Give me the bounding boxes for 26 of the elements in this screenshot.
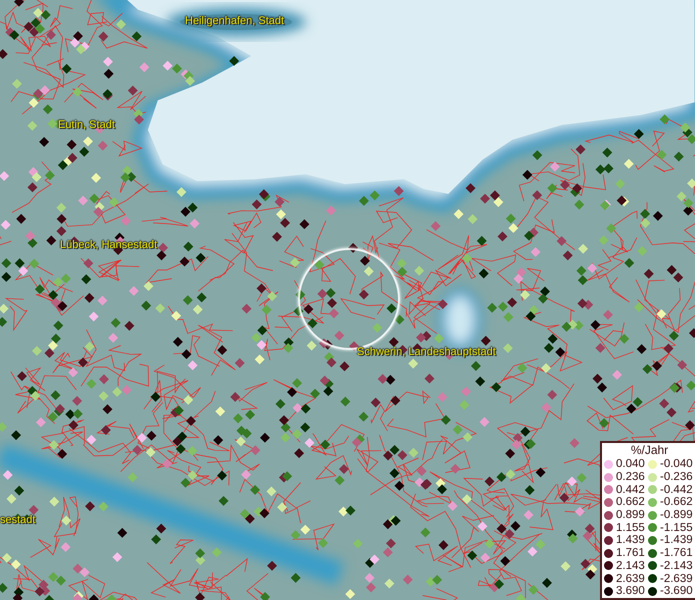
legend-label: 1.761: [616, 547, 645, 560]
legend-label: 0.662: [616, 496, 645, 508]
legend-label: -0.236: [660, 471, 693, 484]
legend-label: -1.439: [660, 534, 693, 546]
legend-label: -1.155: [660, 522, 693, 534]
legend-label: 3.690: [616, 585, 645, 598]
legend-label: -0.662: [660, 496, 693, 508]
legend-label: 0.040: [616, 458, 645, 470]
legend-title: %/Jahr: [630, 443, 670, 458]
legend-label: 0.236: [616, 471, 645, 484]
legend-label: -1.761: [660, 547, 693, 560]
legend-label: -0.899: [660, 509, 693, 522]
legend-label: -0.040: [660, 458, 693, 470]
legend-label: -2.639: [660, 572, 693, 585]
map-drawing[interactable]: [0, 0, 695, 600]
place-label: Lübeck, Hansestadt: [60, 239, 158, 251]
legend-label: 2.143: [616, 560, 645, 572]
legend-label: 2.639: [616, 572, 645, 585]
legend-label: 1.155: [616, 522, 645, 534]
legend-label: -2.143: [660, 560, 693, 572]
legend-label: 0.899: [616, 509, 645, 522]
legend-label: -3.690: [660, 585, 693, 598]
legend-label: -0.442: [660, 484, 693, 496]
legend-label: 1.439: [616, 534, 645, 546]
place-label: Heiligenhafen, Stadt: [185, 15, 284, 27]
legend-label: 0.442: [616, 484, 645, 496]
